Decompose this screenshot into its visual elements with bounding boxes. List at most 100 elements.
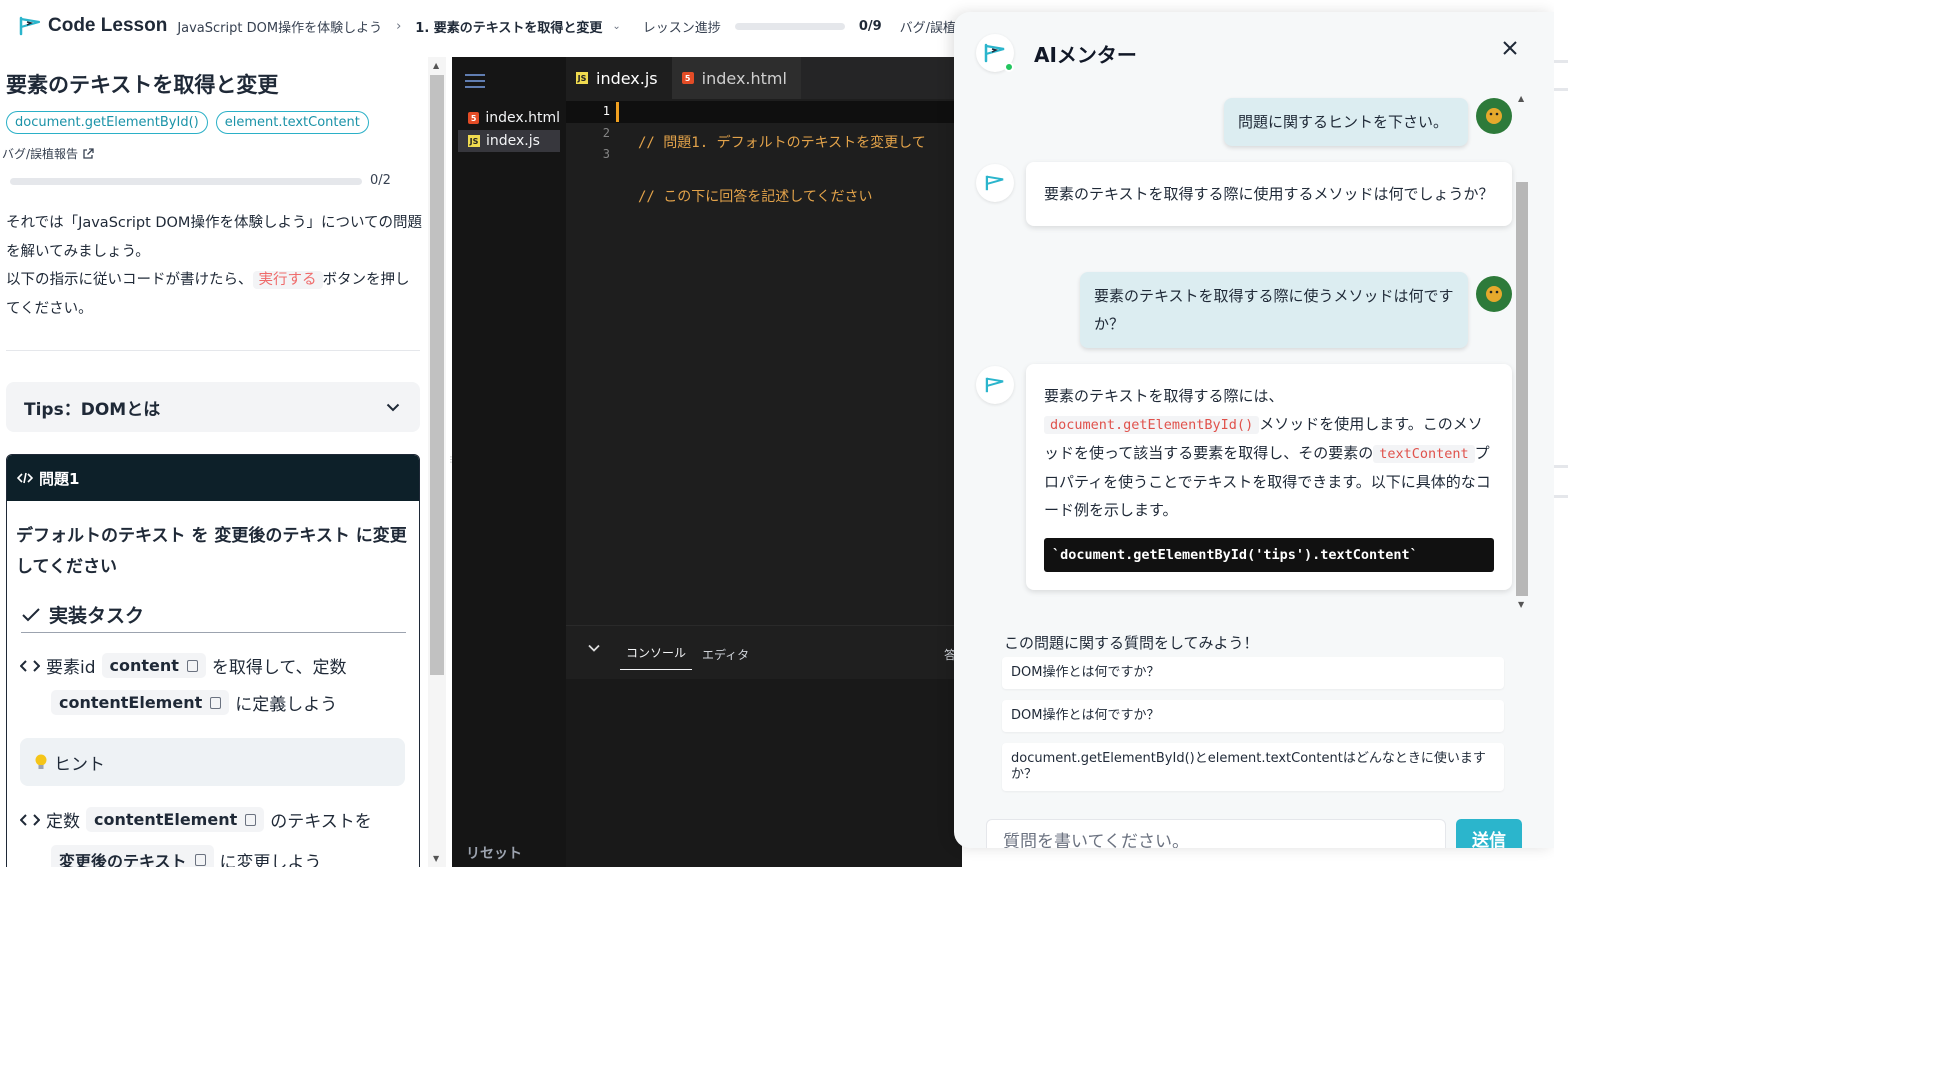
scroll-down-icon[interactable]: ▼ [1518,600,1524,609]
user-message: 要素のテキストを取得する際に使うメソッドは何ですか？ [1080,272,1468,348]
divider [1554,88,1568,91]
file-name: index.html [485,110,560,126]
suggested-question[interactable]: DOM操作とは何ですか？ [1002,700,1504,732]
suggested-question[interactable]: document.getElementById()とelement.textCo… [1002,743,1504,791]
app-logo[interactable]: Code Lesson [18,15,167,37]
console-output [566,679,962,867]
task-2-line-2: 変更後のテキスト に変更しよう [51,845,322,867]
logo-flag-icon [18,16,42,36]
ai-message: 要素のテキストを取得する際に使用するメソッドは何でしょうか？ [1026,162,1512,226]
suggestions-title: この問題に関する質問をしてみよう！ [1004,634,1259,652]
hint-button[interactable]: ヒント [20,738,405,786]
divider [1554,465,1568,468]
task-1-line-2: contentElement に定義しよう [51,690,337,715]
lesson-intro: それでは「JavaScript DOM操作を体験しよう」についての問題を解いてみ… [6,209,422,323]
chat-scrollbar[interactable]: ▲ ▼ [1514,92,1530,614]
task-1-line-1: 要素id content を取得して、定数 [20,653,347,678]
task-text: 定数 [46,812,80,832]
code-area[interactable]: // 問題1. デフォルトのテキストを変更して // この下に回答を記述してくだ… [638,101,926,294]
menu-icon[interactable] [464,73,486,89]
ai-mentor-panel: AIメンター 問題に関するヒントを下さい。 要素のテキストを取得する際に使用する… [954,12,1554,848]
tab-console[interactable]: コンソール [620,644,692,670]
chat-messages: 問題に関するヒントを下さい。 要素のテキストを取得する際に使用するメソッドは何で… [954,92,1534,612]
breadcrumb-course[interactable]: JavaScript DOM操作を体験しよう [177,17,382,36]
copy-icon[interactable] [194,854,206,866]
code-chip-text: contentElement [94,810,238,829]
task-text: を取得して、定数 [211,658,347,678]
code-block: `document.getElementById('tips').textCon… [1044,538,1494,572]
tips-title: Tips：DOMとは [24,399,161,420]
tab-index-js[interactable]: JS index.js [566,57,672,99]
file-name: index.js [486,133,540,149]
ai-avatar [976,366,1014,404]
line-number: 1 [602,104,610,118]
scroll-up-icon[interactable]: ▲ [433,61,439,70]
ai-mentor-title: AIメンター [1034,43,1137,67]
tab-label: index.js [596,68,658,88]
collapse-chevron-icon[interactable] [588,644,600,652]
page-edge [1554,0,1568,867]
task-text: に定義しよう [235,695,338,715]
resize-handle[interactable]: ⋮ [447,455,455,469]
file-index-js[interactable]: JS index.js [458,130,560,152]
copy-icon[interactable] [245,813,257,826]
lesson-scrollbar[interactable]: ▲ ▼ [428,57,446,867]
console-tabs: コンソール エディタ 答 [566,625,962,679]
code-chip-text: contentElement [59,693,203,712]
problem-progress-count: 0/2 [370,173,391,188]
html-file-icon: 5 [468,112,480,124]
hint-label: ヒント [54,754,105,775]
tab-index-html[interactable]: 5 index.html [671,57,801,99]
code-chip-contentelement[interactable]: contentElement [86,807,265,832]
app-name: Code Lesson [48,15,168,36]
divider [6,350,420,351]
scrollbar-thumb[interactable] [430,75,444,675]
problem-progress-bar [10,178,362,185]
lesson-tags: document.getElementById() element.textCo… [6,111,369,134]
scroll-up-icon[interactable]: ▲ [1518,94,1524,103]
js-file-icon: JS [468,135,480,147]
tips-accordion[interactable]: Tips：DOMとは [6,382,420,432]
scroll-down-icon[interactable]: ▼ [433,854,439,863]
line-number: 2 [602,125,610,140]
tab-editor[interactable]: エディタ [702,646,749,663]
line-numbers: 1 2 3 [566,101,616,166]
editor-tabs: JS index.js 5 index.html [566,57,962,99]
tab-label: index.html [701,68,787,88]
user-message: 問題に関するヒントを下さい。 [1224,98,1468,146]
task-text: 要素id [46,658,96,678]
external-link-icon [82,147,94,160]
copy-icon[interactable] [186,659,198,672]
bug-report-link[interactable]: バグ/誤植報告 [2,145,94,162]
bug-report-link[interactable]: バグ/誤植 [900,17,956,36]
bug-report-label: バグ/誤植報告 [2,147,79,161]
question-input[interactable]: 質問を書いてください。 [986,819,1446,848]
ai-text: 要素のテキストを取得する際には、 [1044,387,1284,405]
chevron-down-icon [386,403,400,412]
text-cursor [616,102,619,122]
code-chip-content[interactable]: content [101,653,206,678]
suggested-question[interactable]: DOM操作とは何ですか？ [1002,657,1504,689]
reset-button[interactable]: リセット [466,843,522,863]
breadcrumb-separator: › [396,18,402,34]
online-status-dot [1004,62,1014,72]
code-chip-changed-text[interactable]: 変更後のテキスト [51,845,214,867]
copy-icon[interactable] [210,696,222,709]
run-keyword: 実行する [252,271,323,289]
close-icon[interactable] [1502,40,1518,56]
intro-text: 以下の指示に従いコードが書けたら、 [6,272,253,288]
breadcrumb-current-lesson[interactable]: 1. 要素のテキストを取得と変更 [415,17,602,36]
send-button[interactable]: 送信 [1456,819,1522,848]
file-index-html[interactable]: 5 index.html [458,107,560,129]
tag-textcontent[interactable]: element.textContent [215,111,369,134]
lesson-title: 要素のテキストを取得と変更 [6,73,279,97]
html-file-icon: 5 [681,72,694,84]
tag-getelementbyid[interactable]: document.getElementById() [6,111,208,134]
file-tree: 5 index.html JS index.js [452,57,566,867]
chevron-down-icon[interactable]: ⌄ [612,21,620,32]
lesson-panel: 要素のテキストを取得と変更 document.getElementById() … [0,57,428,867]
code-line: // この下に回答を記述してください [638,188,873,205]
scrollbar-thumb[interactable] [1516,182,1528,596]
code-chip-contentelement[interactable]: contentElement [51,690,230,715]
